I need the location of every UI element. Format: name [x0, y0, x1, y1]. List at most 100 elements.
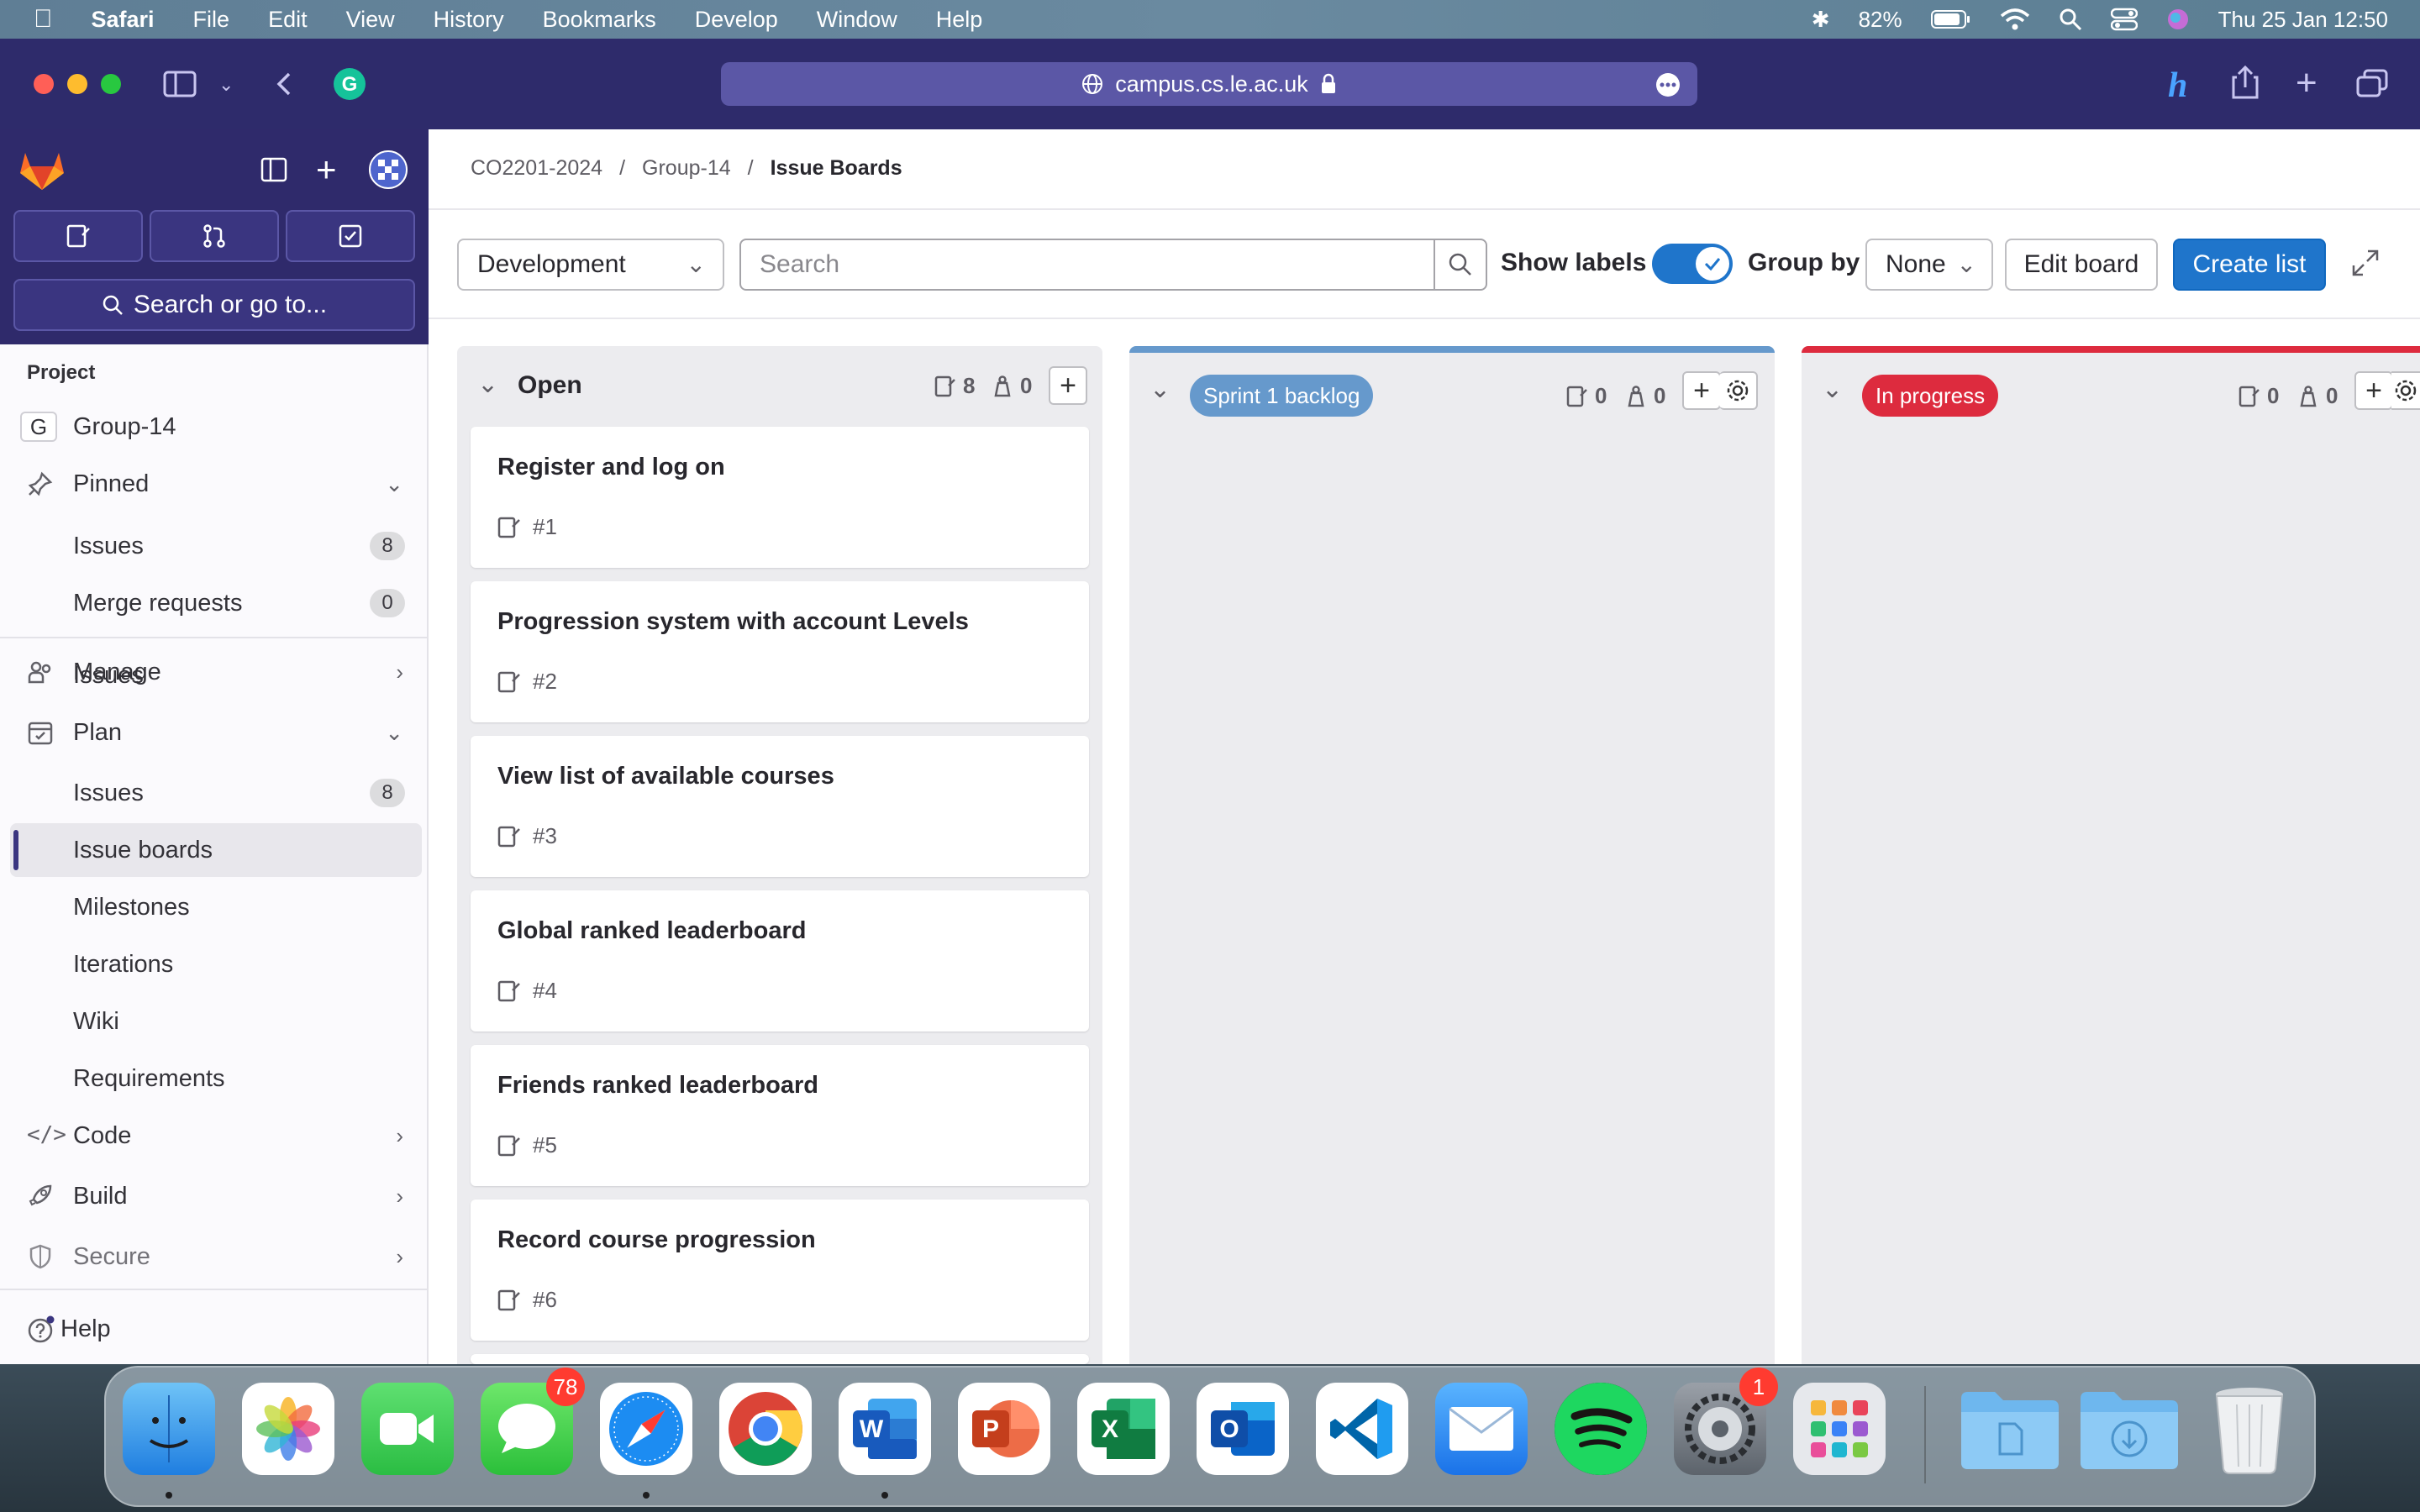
launchpad-icon[interactable]	[1793, 1383, 1886, 1475]
sidebar-item-project[interactable]: G Group-14	[0, 400, 429, 454]
spotlight-icon[interactable]	[2059, 8, 2082, 31]
safari-icon[interactable]	[600, 1383, 692, 1475]
grammarly-icon[interactable]: G	[333, 67, 366, 101]
breadcrumb-link[interactable]: Group-14	[642, 156, 731, 181]
sidebar-item-issue-boards[interactable]: Issue boards	[10, 823, 422, 877]
sidebar-item-merge-requests[interactable]: Merge requests 0	[0, 576, 429, 630]
sidebar-toggle-icon[interactable]	[163, 71, 197, 97]
sidebar-item-manage[interactable]: Manage ›	[0, 645, 429, 699]
wifi-icon[interactable]	[2000, 8, 2030, 31]
gitlab-logo-icon[interactable]	[18, 148, 66, 192]
user-avatar[interactable]	[368, 150, 408, 190]
documents-folder-icon[interactable]	[1958, 1383, 2062, 1475]
fullscreen-icon[interactable]	[2351, 249, 2380, 277]
issue-card-title[interactable]: View list of available courses	[497, 763, 834, 790]
edit-board-button[interactable]: Edit board	[2005, 239, 2158, 291]
chevron-down-icon[interactable]: ⌄	[1150, 375, 1171, 404]
system-settings-icon[interactable]: 1	[1674, 1368, 1778, 1475]
add-issue-button[interactable]: +	[1049, 366, 1087, 405]
finder-icon[interactable]	[123, 1383, 215, 1475]
list-settings-button[interactable]	[1719, 371, 1758, 410]
spotify-icon[interactable]	[1555, 1383, 1647, 1475]
collapse-sidebar-icon[interactable]	[260, 156, 287, 183]
board-search-input[interactable]: Search	[739, 239, 1487, 291]
vscode-icon[interactable]	[1316, 1383, 1408, 1475]
chevron-down-icon[interactable]: ⌄	[1822, 375, 1843, 404]
chrome-icon[interactable]	[719, 1383, 812, 1475]
issue-card-title[interactable]: Progression system with account Levels	[497, 608, 969, 636]
sidebar-item-plan-issues[interactable]: Issues 8	[0, 766, 429, 820]
sidebar-item-pinned[interactable]: Pinned ⌄	[0, 457, 429, 511]
create-list-button[interactable]: Create list	[2173, 239, 2326, 291]
menu-history[interactable]: History	[434, 7, 504, 33]
breadcrumb-link[interactable]: CO2201-2024	[471, 156, 602, 181]
honey-extension-icon[interactable]: h	[2168, 66, 2187, 106]
menu-edit[interactable]: Edit	[268, 7, 308, 33]
issue-card-title[interactable]: Register and log on	[497, 454, 725, 481]
bluetooth-icon[interactable]: ✱	[1812, 7, 1830, 33]
issue-card[interactable]: Progression system with account Levels #…	[471, 581, 1089, 722]
word-icon[interactable]: W	[839, 1383, 931, 1475]
menu-develop[interactable]: Develop	[695, 7, 778, 33]
powerpoint-icon[interactable]: P	[958, 1383, 1050, 1475]
sidebar-item-help[interactable]: Help	[0, 1302, 429, 1356]
list-settings-button[interactable]	[2391, 371, 2420, 410]
add-issue-button[interactable]: +	[2354, 371, 2393, 410]
show-labels-toggle[interactable]	[1652, 244, 1733, 284]
menu-view[interactable]: View	[346, 7, 395, 33]
sidebar-item-requirements[interactable]: Requirements	[0, 1052, 429, 1105]
menu-file[interactable]: File	[193, 7, 230, 33]
issue-card[interactable]: Global ranked leaderboard #4	[471, 890, 1089, 1032]
messages-icon[interactable]: 78	[481, 1368, 585, 1475]
mail-icon[interactable]	[1435, 1383, 1528, 1475]
downloads-folder-icon[interactable]	[2077, 1383, 2181, 1475]
search-or-go-to-button[interactable]: Search or go to...	[13, 279, 415, 331]
outlook-icon[interactable]: O	[1197, 1383, 1289, 1475]
merge-requests-button[interactable]	[150, 210, 279, 262]
sidebar-item-plan[interactable]: Plan ⌄	[0, 706, 429, 759]
list-label-pill[interactable]: In progress	[1862, 375, 1999, 417]
menu-window[interactable]: Window	[817, 7, 897, 33]
sidebar-item-secure[interactable]: Secure ›	[0, 1230, 429, 1284]
search-button[interactable]	[1434, 240, 1486, 289]
apple-icon[interactable]: 	[34, 5, 53, 34]
control-center-icon[interactable]	[2110, 8, 2138, 31]
group-by-select[interactable]: None ⌄	[1865, 239, 1993, 291]
menu-help[interactable]: Help	[936, 7, 983, 33]
issue-card[interactable]: View list of available courses #3	[471, 736, 1089, 877]
sidebar-item-iterations[interactable]: Iterations	[0, 937, 429, 991]
page-menu-icon[interactable]	[1655, 72, 1681, 97]
tab-overview-icon[interactable]	[2356, 69, 2388, 99]
zoom-window-button[interactable]	[101, 74, 121, 94]
issue-card-title[interactable]: Friends ranked leaderboard	[497, 1072, 818, 1100]
todo-list-button[interactable]	[286, 210, 415, 262]
siri-icon[interactable]	[2166, 8, 2190, 31]
sidebar-item-milestones[interactable]: Milestones	[0, 880, 429, 934]
issue-card[interactable]	[471, 1354, 1089, 1364]
facetime-icon[interactable]	[361, 1383, 454, 1475]
board-select[interactable]: Development ⌄	[457, 239, 724, 291]
photos-icon[interactable]	[242, 1383, 334, 1475]
issue-card[interactable]: Friends ranked leaderboard #5	[471, 1045, 1089, 1186]
menu-bookmarks[interactable]: Bookmarks	[543, 7, 656, 33]
issue-card[interactable]: Register and log on #1	[471, 427, 1089, 568]
chevron-down-icon[interactable]: ⌄	[477, 370, 498, 399]
chevron-down-icon[interactable]: ⌄	[218, 74, 234, 96]
sidebar-item-issues-pinned[interactable]: Issues 8	[0, 519, 429, 573]
menu-datetime[interactable]: Thu 25 Jan 12:50	[2218, 7, 2388, 33]
issue-card[interactable]: Record course progression #6	[471, 1200, 1089, 1341]
battery-icon[interactable]	[1930, 9, 1971, 29]
sidebar-item-wiki[interactable]: Wiki	[0, 995, 429, 1048]
minimize-window-button[interactable]	[67, 74, 87, 94]
share-icon[interactable]	[2232, 66, 2259, 99]
list-label-pill[interactable]: Sprint 1 backlog	[1190, 375, 1374, 417]
add-issue-button[interactable]: +	[1682, 371, 1721, 410]
close-window-button[interactable]	[34, 74, 54, 94]
excel-icon[interactable]: X	[1077, 1383, 1170, 1475]
trash-icon[interactable]	[2203, 1383, 2296, 1475]
sidebar-item-code[interactable]: </> Code ›	[0, 1109, 429, 1163]
new-tab-icon[interactable]: +	[2296, 62, 2317, 104]
breadcrumb-current[interactable]: Issue Boards	[771, 156, 902, 181]
sidebar-item-build[interactable]: Build ›	[0, 1169, 429, 1223]
back-icon[interactable]	[274, 71, 294, 97]
